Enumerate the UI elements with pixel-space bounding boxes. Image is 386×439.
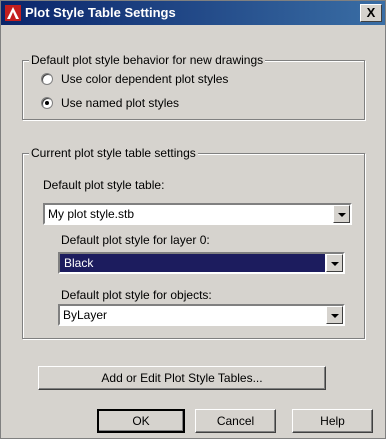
objects-value: ByLayer <box>63 308 108 322</box>
autocad-logo-icon <box>5 5 21 21</box>
radio-unchecked-icon <box>41 73 53 85</box>
layer0-label: Default plot style for layer 0: <box>61 233 210 247</box>
title-bar[interactable]: Plot Style Table Settings X <box>1 1 385 25</box>
current-settings-group: Current plot style table settings Defaul… <box>22 146 365 339</box>
default-table-label: Default plot style table: <box>43 178 165 192</box>
color-dependent-label: Use color dependent plot styles <box>61 72 229 86</box>
chevron-down-icon[interactable] <box>333 205 350 223</box>
cancel-button[interactable]: Cancel <box>195 409 276 433</box>
default-behavior-legend: Default plot style behavior for new draw… <box>29 53 266 67</box>
current-settings-legend: Current plot style table settings <box>29 146 198 160</box>
objects-dropdown[interactable]: ByLayer <box>58 304 345 326</box>
help-button[interactable]: Help <box>292 409 373 433</box>
add-edit-plot-style-tables-button[interactable]: Add or Edit Plot Style Tables... <box>38 366 326 390</box>
radio-checked-icon <box>41 97 53 109</box>
plot-style-table-settings-dialog: Plot Style Table Settings X Default plot… <box>0 0 386 439</box>
close-button[interactable]: X <box>360 4 382 22</box>
layer0-dropdown[interactable]: Black <box>58 252 345 274</box>
close-icon: X <box>366 5 376 20</box>
color-dependent-radio[interactable]: Use color dependent plot styles <box>41 71 228 87</box>
layer0-value: Black <box>60 254 325 272</box>
chevron-down-icon[interactable] <box>326 254 343 272</box>
objects-label: Default plot style for objects: <box>61 288 212 302</box>
default-behavior-group: Default plot style behavior for new draw… <box>22 53 365 120</box>
named-styles-radio[interactable]: Use named plot styles <box>41 95 179 111</box>
chevron-down-icon[interactable] <box>326 306 343 324</box>
default-table-dropdown[interactable]: My plot style.stb <box>43 203 352 225</box>
named-styles-label: Use named plot styles <box>61 96 180 110</box>
ok-button[interactable]: OK <box>97 409 185 433</box>
dialog-title: Plot Style Table Settings <box>25 5 176 20</box>
default-table-value: My plot style.stb <box>48 207 135 221</box>
